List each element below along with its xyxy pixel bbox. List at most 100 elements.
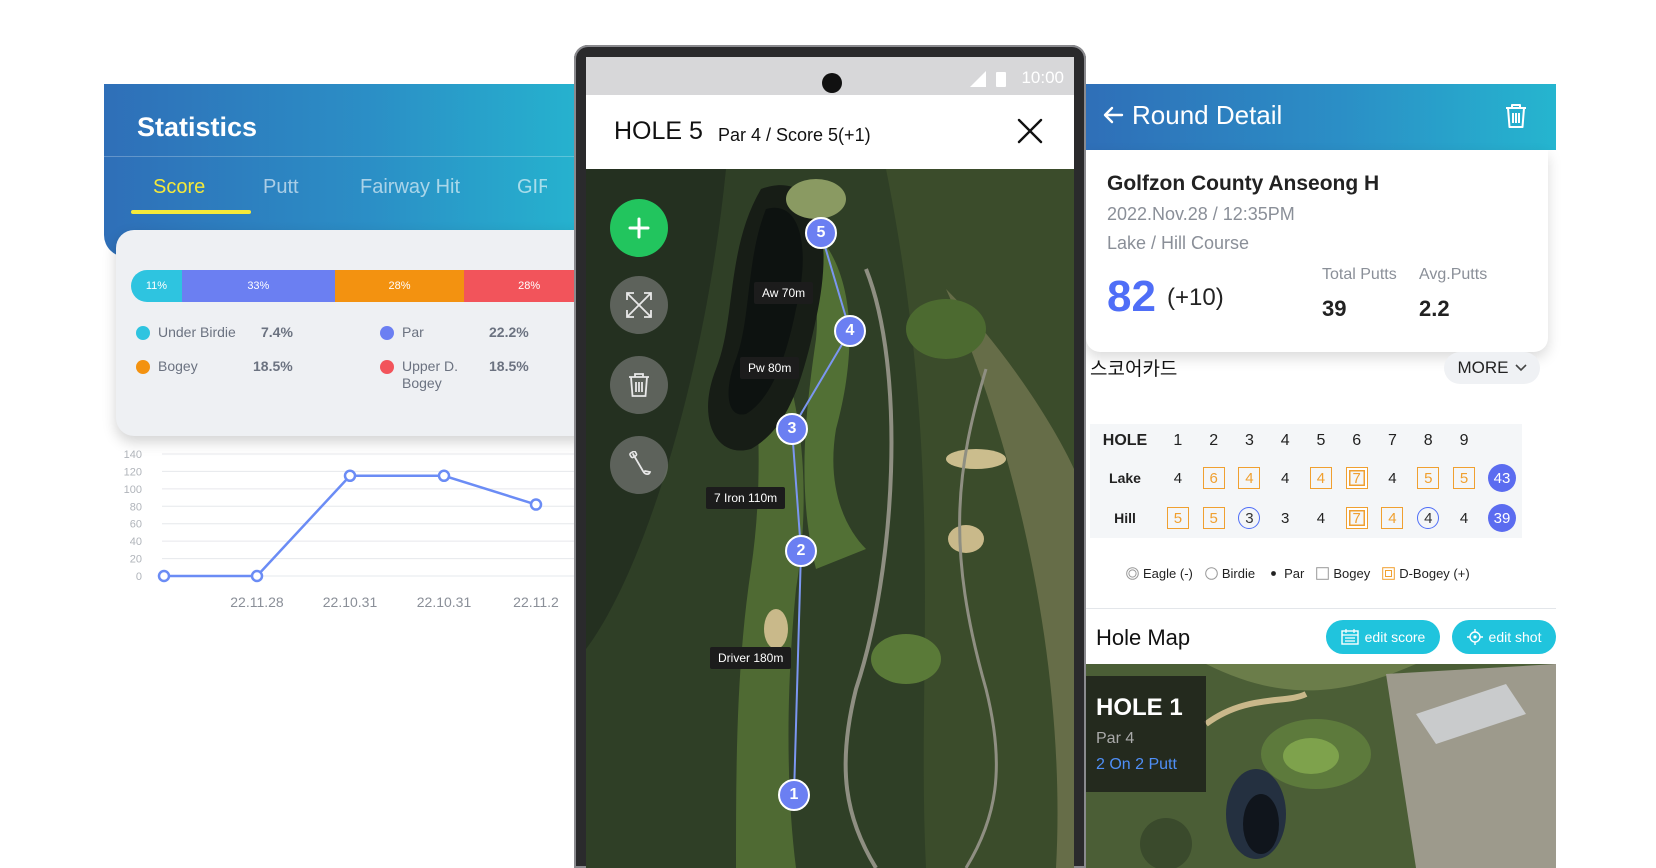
score-distribution-card: 11% 33% 28% 28% Under Birdie 7.4% Par 22.2%…: [116, 230, 594, 436]
round-summary-card: Golfzon County Anseong H 2022.Nov.28 / 1…: [1086, 150, 1548, 352]
scorecard-row-hill: Hill 5 5 3 3 4 7 4 4 4 39: [1090, 498, 1522, 538]
delete-round-icon[interactable]: [1503, 102, 1529, 130]
shot-label-7iron: 7 Iron 110m: [706, 487, 786, 509]
map-hole-par: Par 4: [1096, 730, 1135, 747]
status-bar: 10:00: [586, 57, 1074, 95]
statistics-panel: Statistics Score Putt Fairway Hit GIR 11…: [104, 84, 594, 868]
total-header: [1482, 424, 1522, 458]
close-icon[interactable]: [1014, 115, 1046, 147]
data-point[interactable]: [343, 469, 357, 483]
shot-label-driver: Driver 180m: [710, 647, 792, 669]
y-tick-label: 80: [130, 501, 142, 513]
hole-number: 1: [1173, 432, 1183, 449]
edit-shot-button[interactable]: edit shot: [1452, 620, 1556, 654]
legend-value-par: 22.2%: [489, 324, 529, 340]
tab-score[interactable]: Score: [153, 176, 205, 199]
x-tick-label: 22.11.2: [513, 594, 559, 610]
score-cell: 7: [1339, 458, 1375, 498]
hole-score-bogey: 5: [1166, 507, 1189, 529]
legend-dot-bogey: [136, 360, 150, 374]
y-tick-label: 140: [124, 449, 142, 461]
y-tick-label: 100: [124, 484, 142, 496]
signal-icon: [970, 71, 986, 87]
scorecard-legend: Eagle (-) Birdie Par Bogey D-Bogey (+): [1126, 566, 1470, 581]
total-cell: 39: [1482, 498, 1522, 538]
hole-score-bogey: 5: [1453, 467, 1476, 489]
course-label: Hill: [1114, 510, 1136, 526]
avg-putts-label: Avg.Putts: [1419, 266, 1488, 283]
shot-marker-3[interactable]: 3: [776, 413, 808, 445]
shot-marker-2[interactable]: 2: [785, 535, 817, 567]
tab-gir[interactable]: GIR: [517, 176, 547, 199]
scorecard-table: HOLE 1 2 3 4 5 6 7 8 9 Lake 4 6 4 4 4 7 4 5 5 43 Hill 5 5 3 3 4 7 4 4…: [1090, 424, 1522, 538]
par-icon: [1271, 571, 1277, 576]
y-tick-label: 120: [124, 466, 142, 478]
hole-map-view[interactable]: Aw 70m Pw 80m 7 Iron 110m Driver 180m 1 2…: [586, 169, 1074, 868]
score-cell: 5: [1160, 498, 1196, 538]
club-select-button[interactable]: [610, 436, 668, 494]
data-point[interactable]: [437, 469, 451, 483]
tab-fairway-hit[interactable]: Fairway Hit: [360, 176, 460, 199]
double-bogey-icon: [1382, 567, 1396, 580]
legend-value-bogey: 18.5%: [253, 358, 293, 374]
legend-dot-under-birdie: [136, 326, 150, 340]
section-divider: [1086, 608, 1556, 609]
more-button[interactable]: MORE: [1444, 352, 1540, 384]
hole-score-par: 4: [1281, 469, 1290, 487]
hole-map[interactable]: HOLE 1 Par 4 2 On 2 Putt: [1086, 664, 1556, 868]
data-point[interactable]: [157, 569, 171, 583]
hole-score-birdie: 4: [1417, 507, 1440, 529]
active-tab-indicator: [131, 210, 251, 214]
score-cell: 5: [1446, 458, 1482, 498]
x-tick-label: 22.11.28: [230, 594, 284, 610]
shot-marker-5[interactable]: 5: [805, 217, 837, 249]
scorecard-title: 스코어카드: [1090, 359, 1178, 380]
hole-number: 8: [1423, 432, 1433, 449]
shot-path-overlay: [790, 232, 852, 796]
score-cell: 4: [1303, 458, 1339, 498]
hole-score-bogey: 6: [1202, 467, 1225, 489]
hole-header-label: HOLE: [1102, 432, 1148, 449]
fullscreen-button[interactable]: [610, 276, 668, 334]
distribution-segment: 33%: [181, 270, 335, 302]
scorecard-row-lake: Lake 4 6 4 4 4 7 4 5 5 43: [1090, 458, 1522, 498]
statistics-title: Statistics: [137, 112, 258, 142]
total-cell: 43: [1482, 458, 1522, 498]
score-cell: 4: [1267, 458, 1303, 498]
hole-score-par: 4: [1459, 509, 1469, 527]
legend-dot-par: [380, 326, 394, 340]
legend-d-bogey: D-Bogey (+): [1382, 566, 1470, 581]
trash-icon: [629, 373, 649, 397]
golf-club-icon: [629, 451, 652, 476]
hole-score-dbogey: 7: [1345, 467, 1368, 489]
edit-score-button[interactable]: edit score: [1326, 620, 1440, 654]
shot-label-aw: Aw 70m: [754, 282, 814, 304]
course-name: Golfzon County Anseong H: [1107, 172, 1380, 195]
hole-score-bogey: 4: [1381, 507, 1404, 529]
status-time: 10:00: [1021, 68, 1064, 87]
legend-label-upper-d-bogey: Upper D. Bogey: [402, 358, 459, 391]
shot-marker-4[interactable]: 4: [834, 315, 866, 347]
course-total: 43: [1488, 464, 1516, 492]
add-shot-button[interactable]: [610, 199, 668, 257]
shot-marker-1[interactable]: 1: [778, 779, 810, 811]
data-point[interactable]: [250, 569, 264, 583]
hole-header: HOLE 5 Par 4 / Score 5(+1): [586, 95, 1074, 169]
score-over-par: (+10): [1167, 284, 1224, 311]
tab-putt[interactable]: Putt: [263, 176, 299, 199]
back-arrow-icon[interactable]: [1102, 104, 1124, 126]
x-tick-label: 22.10.31: [323, 594, 378, 610]
legend-par: Par: [1267, 566, 1304, 581]
map-hole-number: HOLE 1: [1096, 694, 1183, 721]
hole-score-dbogey: 7: [1345, 507, 1368, 529]
data-point[interactable]: [529, 498, 543, 511]
header-divider: [104, 156, 594, 157]
legend-label-bogey: Bogey: [158, 358, 198, 374]
phone-screen: 10:00 HOLE 5 Par 4 / Score 5(+1) Aw 70m …: [586, 57, 1074, 868]
score-cell: 4: [1303, 498, 1339, 538]
delete-shot-button[interactable]: [610, 356, 668, 414]
hole-score-bogey: 5: [1202, 507, 1225, 529]
avg-putts-value: 2.2: [1419, 296, 1450, 321]
hole-number: 5: [1316, 432, 1326, 449]
phone-device: 10:00 HOLE 5 Par 4 / Score 5(+1) Aw 70m …: [574, 45, 1086, 868]
